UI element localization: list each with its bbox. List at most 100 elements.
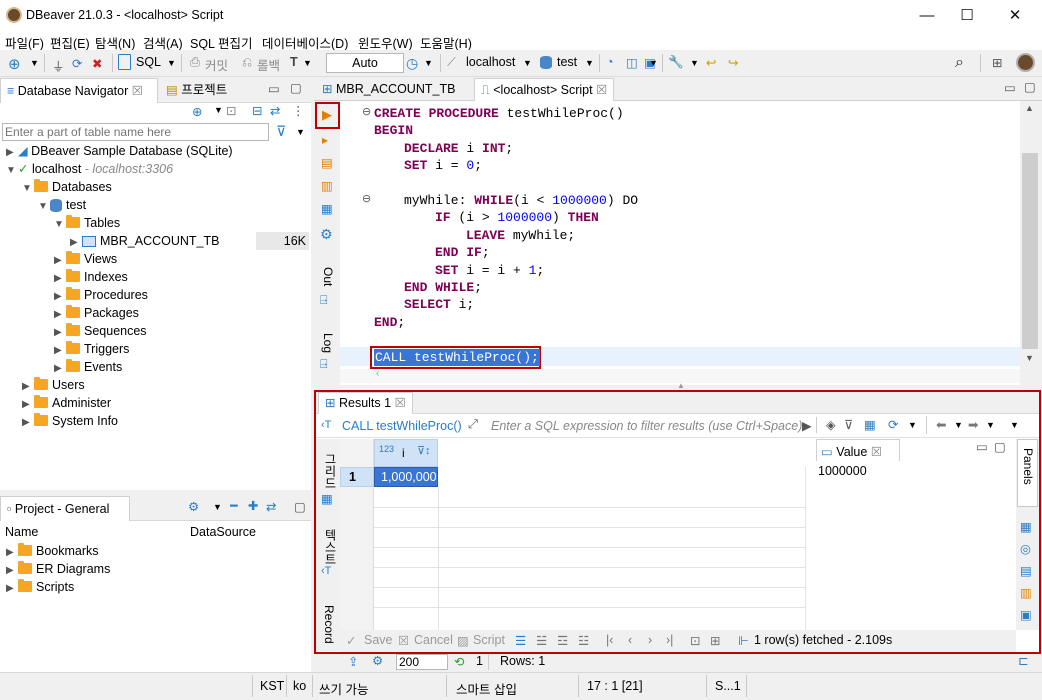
export-icon[interactable]: ⇪ (348, 654, 358, 669)
configure-icon[interactable]: ⚙ (188, 499, 199, 514)
delete-row-icon[interactable]: ☳ (578, 633, 589, 648)
vertical-scrollbar[interactable]: ▲ ▼ (1020, 101, 1040, 369)
first-page-icon[interactable]: |‹ (606, 633, 613, 647)
column-filter-icon[interactable]: ⊽↕ (417, 444, 431, 457)
tree-item-triggers[interactable]: ▶ Triggers (0, 340, 311, 358)
tree-item-procedures[interactable]: ▶ Procedures (0, 286, 311, 304)
new-connection-icon[interactable]: ⊕ (8, 55, 21, 73)
last-page-icon[interactable]: ›| (666, 633, 673, 647)
tree-item-sample-db[interactable]: ▶ ◢ DBeaver Sample Database (SQLite) (0, 142, 311, 160)
query-text[interactable]: CALL testWhileProc() (342, 419, 462, 433)
output-tab[interactable]: Out (321, 267, 335, 286)
tree-item-mbr-account-tb[interactable]: ▶ MBR_ACCOUNT_TB 16K (0, 232, 311, 250)
maximize-editor-icon[interactable]: ▢ (1024, 79, 1036, 94)
panel-toggle-icon[interactable]: ⊏ (1018, 653, 1028, 668)
tab-projects[interactable]: ▤ 프로젝트 (160, 78, 233, 103)
erase-filter-icon[interactable]: ◈ (826, 417, 836, 432)
tree-item-packages[interactable]: ▶ Packages (0, 304, 311, 322)
collapse-all-icon[interactable]: ⊟ (252, 103, 262, 118)
minimize-panel-icon[interactable]: ▭ (976, 439, 988, 454)
text-view-tab[interactable]: 텍스트 (322, 529, 339, 565)
maximize-view-icon[interactable]: ▢ (294, 499, 306, 514)
fetch-next-icon[interactable]: ⊡ (690, 633, 700, 648)
close-tab-icon[interactable]: ☒ (871, 445, 882, 459)
grouping-icon[interactable]: ▥ (1020, 585, 1032, 600)
next-page-icon[interactable]: › (648, 633, 652, 647)
sql-editor[interactable]: ⊖ ⊖ CREATE PROCEDURE testWhileProc() BEG… (340, 101, 1020, 385)
tree-item-localhost[interactable]: ▼ ✓ localhost - localhost:3306 (0, 160, 311, 178)
filter-icon[interactable]: ⊽ (276, 123, 286, 140)
settings-icon[interactable]: ⚙ (320, 226, 333, 243)
maximize-button[interactable]: ☐ (944, 0, 990, 31)
connect-icon[interactable]: ⏚ (52, 56, 65, 75)
rollback-button[interactable]: 롤백 (257, 55, 280, 74)
back-nav-icon[interactable]: ↩ (706, 55, 716, 70)
value-text[interactable]: 1000000 (818, 464, 867, 478)
collapse-icon[interactable]: ━ (230, 498, 238, 513)
project-item-scripts[interactable]: ▶ Scripts (6, 578, 110, 596)
filter-settings-icon[interactable]: ⊽ (844, 417, 853, 432)
tree-item-events[interactable]: ▶ Events (0, 358, 311, 376)
dashboard-icon[interactable]: ◔ (606, 55, 614, 69)
results-grid[interactable]: 123 i ⊽↕ 1 1,000,000 (340, 439, 806, 630)
tree-item-tables[interactable]: ▼ Tables (0, 214, 311, 232)
tree-item-indexes[interactable]: ▶ Indexes (0, 268, 311, 286)
fetch-size-input[interactable]: 200 (396, 654, 448, 670)
tree-item-sequences[interactable]: ▶ Sequences (0, 322, 311, 340)
minimize-editor-icon[interactable]: ▭ (1004, 80, 1016, 95)
aggregate-icon[interactable]: ◎ (1020, 541, 1031, 556)
record-view-tab[interactable]: Record (322, 605, 336, 644)
fold-toggle-icon[interactable]: ⊖ (362, 105, 371, 118)
active-connection-selector[interactable]: localhost (466, 55, 515, 69)
prev-page-icon[interactable]: ‹ (628, 633, 632, 647)
maximize-view-icon[interactable]: ▢ (290, 80, 302, 95)
view-menu-icon[interactable]: ⋮ (292, 103, 305, 118)
new-folder-icon[interactable]: ⊡ (226, 103, 236, 118)
sql-editor-icon[interactable] (118, 54, 131, 70)
minimize-view-icon[interactable]: ▭ (268, 81, 280, 96)
execute-statement-icon[interactable]: ▶ (322, 107, 332, 123)
perspective-dbeaver-icon[interactable] (1016, 53, 1035, 72)
tree-item-views[interactable]: ▶ Views (0, 250, 311, 268)
explain-plan-icon[interactable]: ▦ (321, 201, 333, 216)
scrollbar-thumb[interactable] (1022, 153, 1038, 349)
close-button[interactable]: ✕ (992, 0, 1038, 31)
save-button[interactable]: Save (364, 633, 393, 647)
tree-item-system-info[interactable]: ▶ System Info (0, 412, 311, 430)
result-cell-i[interactable]: 1,000,000 (374, 467, 438, 487)
metadata-icon[interactable]: ▦ (1020, 519, 1032, 534)
execute-script-new-tab-icon[interactable]: ▥ (321, 178, 333, 193)
close-tab-icon[interactable]: ☒ (132, 84, 143, 98)
open-perspective-icon[interactable]: ⊞ (992, 55, 1002, 70)
script-button[interactable]: Script (473, 633, 505, 647)
new-connection-small-icon[interactable]: ⊕ (192, 104, 202, 119)
close-tab-icon[interactable]: ☒ (596, 83, 607, 97)
fetch-settings-icon[interactable]: ⚙ (372, 653, 383, 668)
tab-results-1[interactable]: ⊞ Results 1 ☒ (318, 392, 413, 414)
grid-view-tab[interactable]: 그리드 (322, 453, 339, 489)
results-filter-input[interactable]: Enter a SQL expression to filter results… (491, 419, 802, 433)
forward-nav-icon[interactable]: ↪ (728, 55, 738, 70)
sash-icon[interactable]: ▲ (677, 381, 685, 390)
fold-toggle-icon[interactable]: ⊖ (362, 192, 371, 205)
references-icon[interactable]: ▣ (1020, 607, 1032, 622)
refresh-icon[interactable]: ⟳ (888, 417, 898, 432)
back-icon[interactable]: ⬅ (936, 417, 946, 432)
refresh-results-icon[interactable]: ⟲ (454, 654, 464, 669)
tab-project-general[interactable]: ▫ Project - General (0, 496, 130, 521)
transaction-auto-combo[interactable]: Auto (326, 53, 404, 73)
sql-button[interactable]: SQL (136, 55, 161, 69)
close-tab-icon[interactable]: ☒ (395, 396, 406, 410)
explain-icon[interactable]: ◫ (626, 55, 638, 70)
project-item-bookmarks[interactable]: ▶ Bookmarks (6, 542, 110, 560)
execute-script-icon[interactable]: ▤ (321, 155, 333, 170)
column-header-i[interactable]: 123 i ⊽↕ (374, 439, 438, 467)
forward-icon[interactable]: ➡ (968, 417, 978, 432)
add-row-icon[interactable]: ☱ (536, 633, 547, 648)
expand-filter-icon[interactable]: ⤢ (468, 417, 478, 432)
grid-view-icon[interactable]: ▦ (321, 491, 333, 506)
text-view-icon[interactable]: ‹T (321, 565, 331, 577)
panels-toggle[interactable]: Panels (1017, 439, 1038, 507)
edit-row-icon[interactable]: ☰ (515, 633, 526, 648)
reconnect-icon[interactable]: ⟳ (72, 56, 82, 71)
